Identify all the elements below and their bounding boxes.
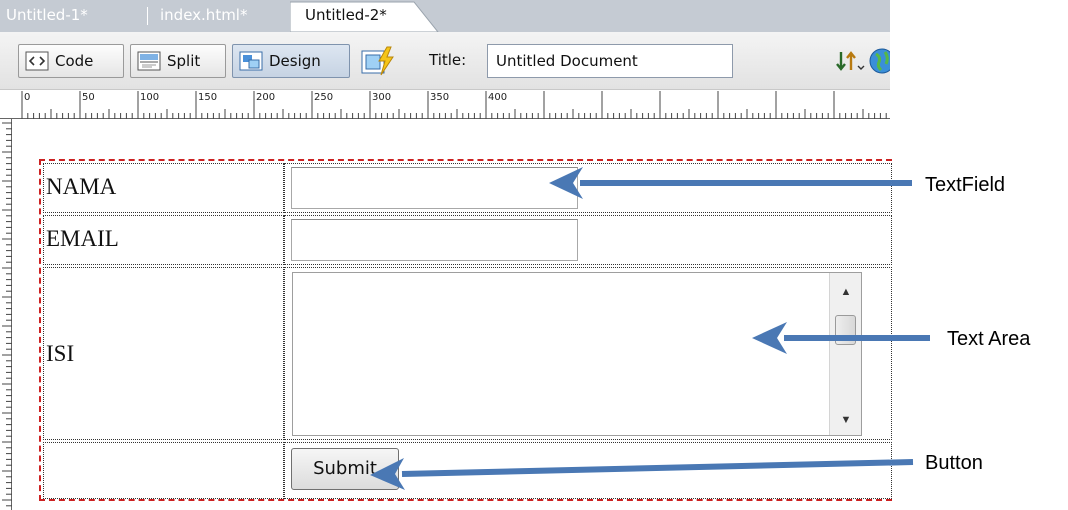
vertical-ruler [0,119,12,510]
ruler-label-150: 150 [198,92,218,103]
design-view-icon [239,51,263,71]
ruler-label-0: 0 [24,92,31,103]
design-view-label: Design [269,52,321,70]
tab-index-html[interactable]: index.html* [160,0,247,32]
document-tab-bar: Untitled-1* index.html* Untitled-2* [0,0,890,32]
ruler-label-50: 50 [82,92,95,103]
live-view-icon[interactable] [360,45,398,77]
tab-untitled-1[interactable]: Untitled-1* [6,0,88,32]
isi-label: ISI [46,341,75,366]
file-management-icon[interactable] [835,50,865,74]
scroll-up-arrow-icon[interactable]: ▲ [830,277,862,307]
browser-preview-icon[interactable] [869,48,890,74]
scroll-thumb[interactable] [835,315,856,345]
vertical-ruler-ticks [2,122,12,507]
document-toolbar: Code Split Design Title: [0,32,890,90]
ruler-label-250: 250 [314,92,334,103]
code-view-button[interactable]: Code [18,44,124,78]
submit-button[interactable]: Submit [291,448,399,490]
tab-untitled-2[interactable]: Untitled-2* [305,0,387,32]
tab-separator [147,7,148,25]
button-callout: Button [925,452,983,474]
split-view-label: Split [167,52,201,70]
textarea-callout: Text Area [947,328,1031,350]
label-cell-isi [43,267,284,440]
ruler-label-200: 200 [256,92,276,103]
title-input[interactable] [487,44,733,78]
textfield-callout: TextField [925,174,1006,196]
scroll-down-arrow-icon[interactable]: ▼ [830,405,862,435]
code-view-label: Code [55,52,94,70]
split-view-button[interactable]: Split [130,44,226,78]
design-view-button[interactable]: Design [232,44,350,78]
empty-label-cell [43,442,284,499]
ruler-label-300: 300 [372,92,392,103]
textarea-scrollbar[interactable]: ▲ ▼ [829,273,861,435]
email-label: EMAIL [46,226,119,251]
nama-label: NAMA [46,174,117,199]
code-view-icon [25,51,49,71]
ruler-label-350: 350 [430,92,450,103]
nama-textfield[interactable] [291,167,578,209]
ruler-label-400: 400 [488,92,508,103]
ruler-label-100: 100 [140,92,160,103]
isi-textarea[interactable]: ▲ ▼ [292,272,862,436]
horizontal-ruler: 0 50 100 150 200 250 300 350 400 [0,91,890,119]
email-textfield[interactable] [291,219,578,261]
title-label: Title: [429,51,467,69]
split-view-icon [137,51,161,71]
